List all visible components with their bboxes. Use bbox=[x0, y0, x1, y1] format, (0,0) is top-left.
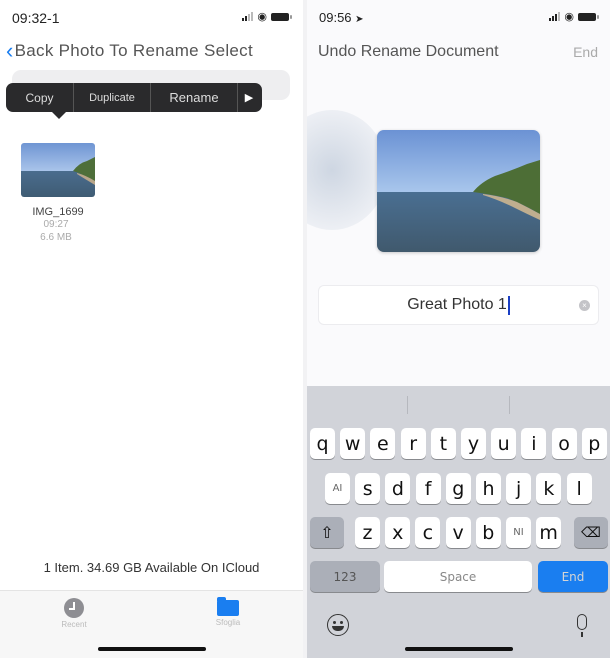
menu-item-duplicate[interactable]: Duplicate bbox=[74, 83, 151, 112]
menu-item-rename[interactable]: Rename bbox=[151, 83, 238, 112]
key-t[interactable]: t bbox=[430, 428, 456, 459]
numbers-key[interactable]: 123 bbox=[310, 561, 380, 592]
wifi-icon: ◉ bbox=[257, 11, 267, 23]
tab-recent[interactable]: Recent bbox=[34, 598, 114, 629]
tab-browse-label: Sfoglia bbox=[215, 618, 241, 627]
wifi-icon: ◉ bbox=[564, 11, 574, 23]
key-y[interactable]: y bbox=[461, 428, 486, 459]
chevron-left-icon: ‹ bbox=[6, 38, 14, 63]
key-z[interactable]: z bbox=[355, 517, 380, 548]
background-blur bbox=[307, 110, 387, 230]
more-arrow-icon[interactable]: ▶ bbox=[238, 83, 260, 112]
key-x[interactable]: x bbox=[385, 517, 411, 548]
key-e[interactable]: e bbox=[370, 428, 396, 459]
key-u[interactable]: u bbox=[491, 428, 517, 459]
emoji-icon[interactable] bbox=[327, 614, 349, 636]
suggestion-divider bbox=[509, 396, 510, 414]
text-cursor bbox=[507, 295, 510, 315]
clock-icon bbox=[64, 598, 84, 618]
filename-input[interactable]: Great Photo 1 × bbox=[318, 285, 599, 325]
back-label: Back Photo To Rename Select bbox=[14, 41, 254, 60]
rename-screen: 09:56 ➤ ◉ Undo Rename Document End Great… bbox=[307, 0, 610, 658]
suggestion-divider bbox=[407, 396, 408, 414]
shift-icon: ⇧ bbox=[320, 523, 334, 542]
file-name: IMG_1699 bbox=[32, 206, 84, 218]
shift-key[interactable]: ⇧ bbox=[310, 517, 344, 548]
key-b[interactable]: b bbox=[475, 517, 501, 548]
key-j[interactable]: j bbox=[506, 473, 532, 504]
location-arrow-icon: ➤ bbox=[355, 14, 364, 25]
key-ni[interactable]: NI bbox=[506, 517, 531, 548]
home-indicator bbox=[404, 647, 513, 651]
menu-pointer bbox=[52, 112, 66, 119]
file-size: 6.6 MB bbox=[40, 232, 72, 243]
key-v[interactable]: v bbox=[445, 517, 471, 548]
tab-recent-label: Recent bbox=[61, 620, 87, 629]
filename-value: Great Photo 1 bbox=[407, 296, 507, 313]
key-m[interactable]: m bbox=[536, 517, 562, 548]
document-preview bbox=[377, 130, 540, 252]
key-q[interactable]: q bbox=[310, 428, 335, 459]
delete-icon: ⌫ bbox=[581, 524, 601, 541]
key-l[interactable]: l bbox=[566, 473, 592, 504]
tab-browse[interactable]: Sfoglia bbox=[188, 597, 268, 627]
undo-rename-title[interactable]: Undo Rename Document bbox=[318, 43, 499, 61]
signal-icon bbox=[549, 12, 561, 21]
key-s[interactable]: s bbox=[355, 473, 381, 504]
key-w[interactable]: w bbox=[340, 428, 366, 459]
signal-icon bbox=[242, 12, 254, 21]
microphone-icon[interactable] bbox=[577, 614, 587, 637]
status-time: 09:32-1 bbox=[12, 10, 60, 26]
key-f[interactable]: f bbox=[415, 473, 441, 504]
keyboard: qwertyuiop AI s d f g h j k l z x c v b NI m ⇧ ⌫ 123 S… bbox=[307, 386, 610, 658]
file-time: 09:27 bbox=[43, 219, 69, 230]
back-button[interactable]: ‹ Back Photo To Rename Select bbox=[6, 40, 253, 62]
clear-text-icon[interactable]: × bbox=[579, 300, 590, 311]
home-indicator bbox=[97, 647, 206, 651]
file-thumbnail[interactable] bbox=[21, 143, 95, 197]
storage-info: 1 Item. 34.69 GB Available On ICloud bbox=[43, 560, 260, 575]
tab-bar: Recent Sfoglia bbox=[0, 590, 303, 658]
battery-icon bbox=[271, 12, 292, 21]
return-key[interactable]: End bbox=[538, 561, 608, 592]
key-i[interactable]: i bbox=[521, 428, 547, 459]
key-h[interactable]: h bbox=[476, 473, 501, 504]
status-icons: ◉ bbox=[549, 10, 599, 23]
key-c[interactable]: c bbox=[415, 517, 441, 548]
status-time: 09:56 ➤ bbox=[319, 10, 364, 25]
key-p[interactable]: p bbox=[581, 428, 607, 459]
menu-item-copy[interactable]: Copy bbox=[6, 83, 74, 112]
key-ai[interactable]: AI bbox=[325, 473, 350, 504]
status-icons: ◉ bbox=[242, 10, 292, 23]
key-d[interactable]: d bbox=[385, 473, 411, 504]
key-g[interactable]: g bbox=[445, 473, 471, 504]
key-o[interactable]: o bbox=[551, 428, 577, 459]
done-button[interactable]: End bbox=[573, 44, 598, 60]
key-k[interactable]: k bbox=[536, 473, 562, 504]
context-menu: Copy Duplicate Rename ▶ bbox=[6, 83, 262, 112]
key-r[interactable]: r bbox=[400, 428, 426, 459]
files-browser-screen: 09:32-1 ◉ ‹ Back Photo To Rename Select … bbox=[0, 0, 303, 658]
space-key[interactable]: Space bbox=[384, 561, 532, 592]
delete-key[interactable]: ⌫ bbox=[574, 517, 608, 548]
battery-icon bbox=[578, 12, 599, 21]
folder-icon bbox=[217, 597, 239, 616]
